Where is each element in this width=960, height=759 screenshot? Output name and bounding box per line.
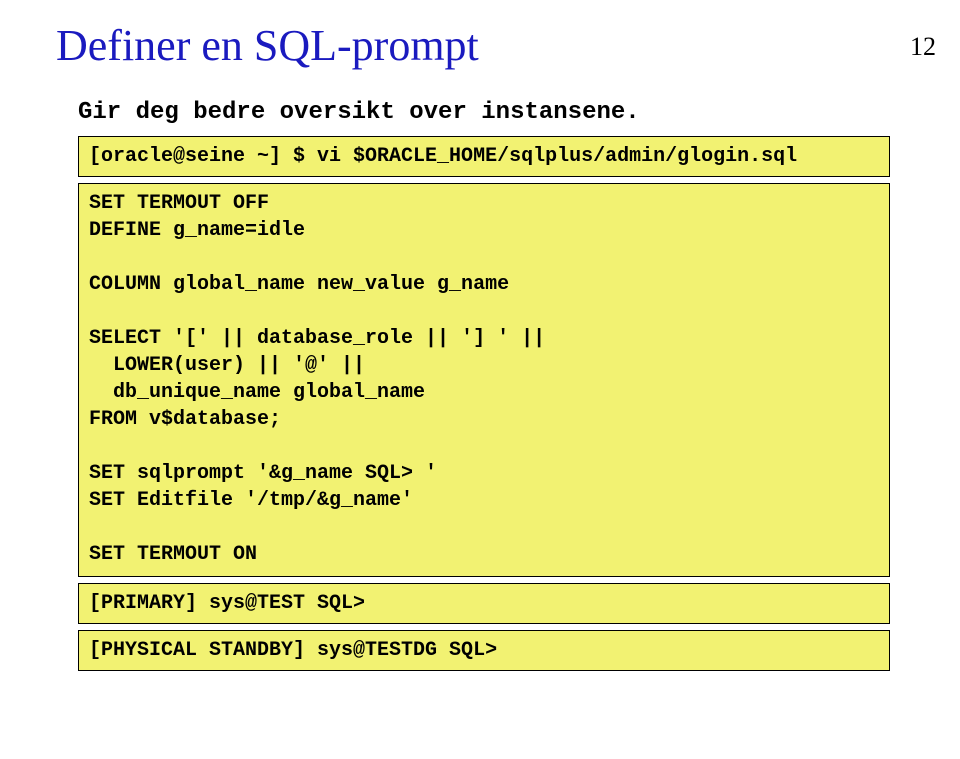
- subtitle: Gir deg bedre oversikt over instansene.: [78, 99, 960, 126]
- code-block-script: SET TERMOUT OFF DEFINE g_name=idle COLUM…: [78, 183, 890, 577]
- page-number: 12: [910, 32, 936, 62]
- code-block-command: [oracle@seine ~] $ vi $ORACLE_HOME/sqlpl…: [78, 136, 890, 177]
- page-title: Definer en SQL-prompt: [56, 20, 960, 71]
- code-block-prompt-standby: [PHYSICAL STANDBY] sys@TESTDG SQL>: [78, 630, 890, 671]
- code-block-prompt-primary: [PRIMARY] sys@TEST SQL>: [78, 583, 890, 624]
